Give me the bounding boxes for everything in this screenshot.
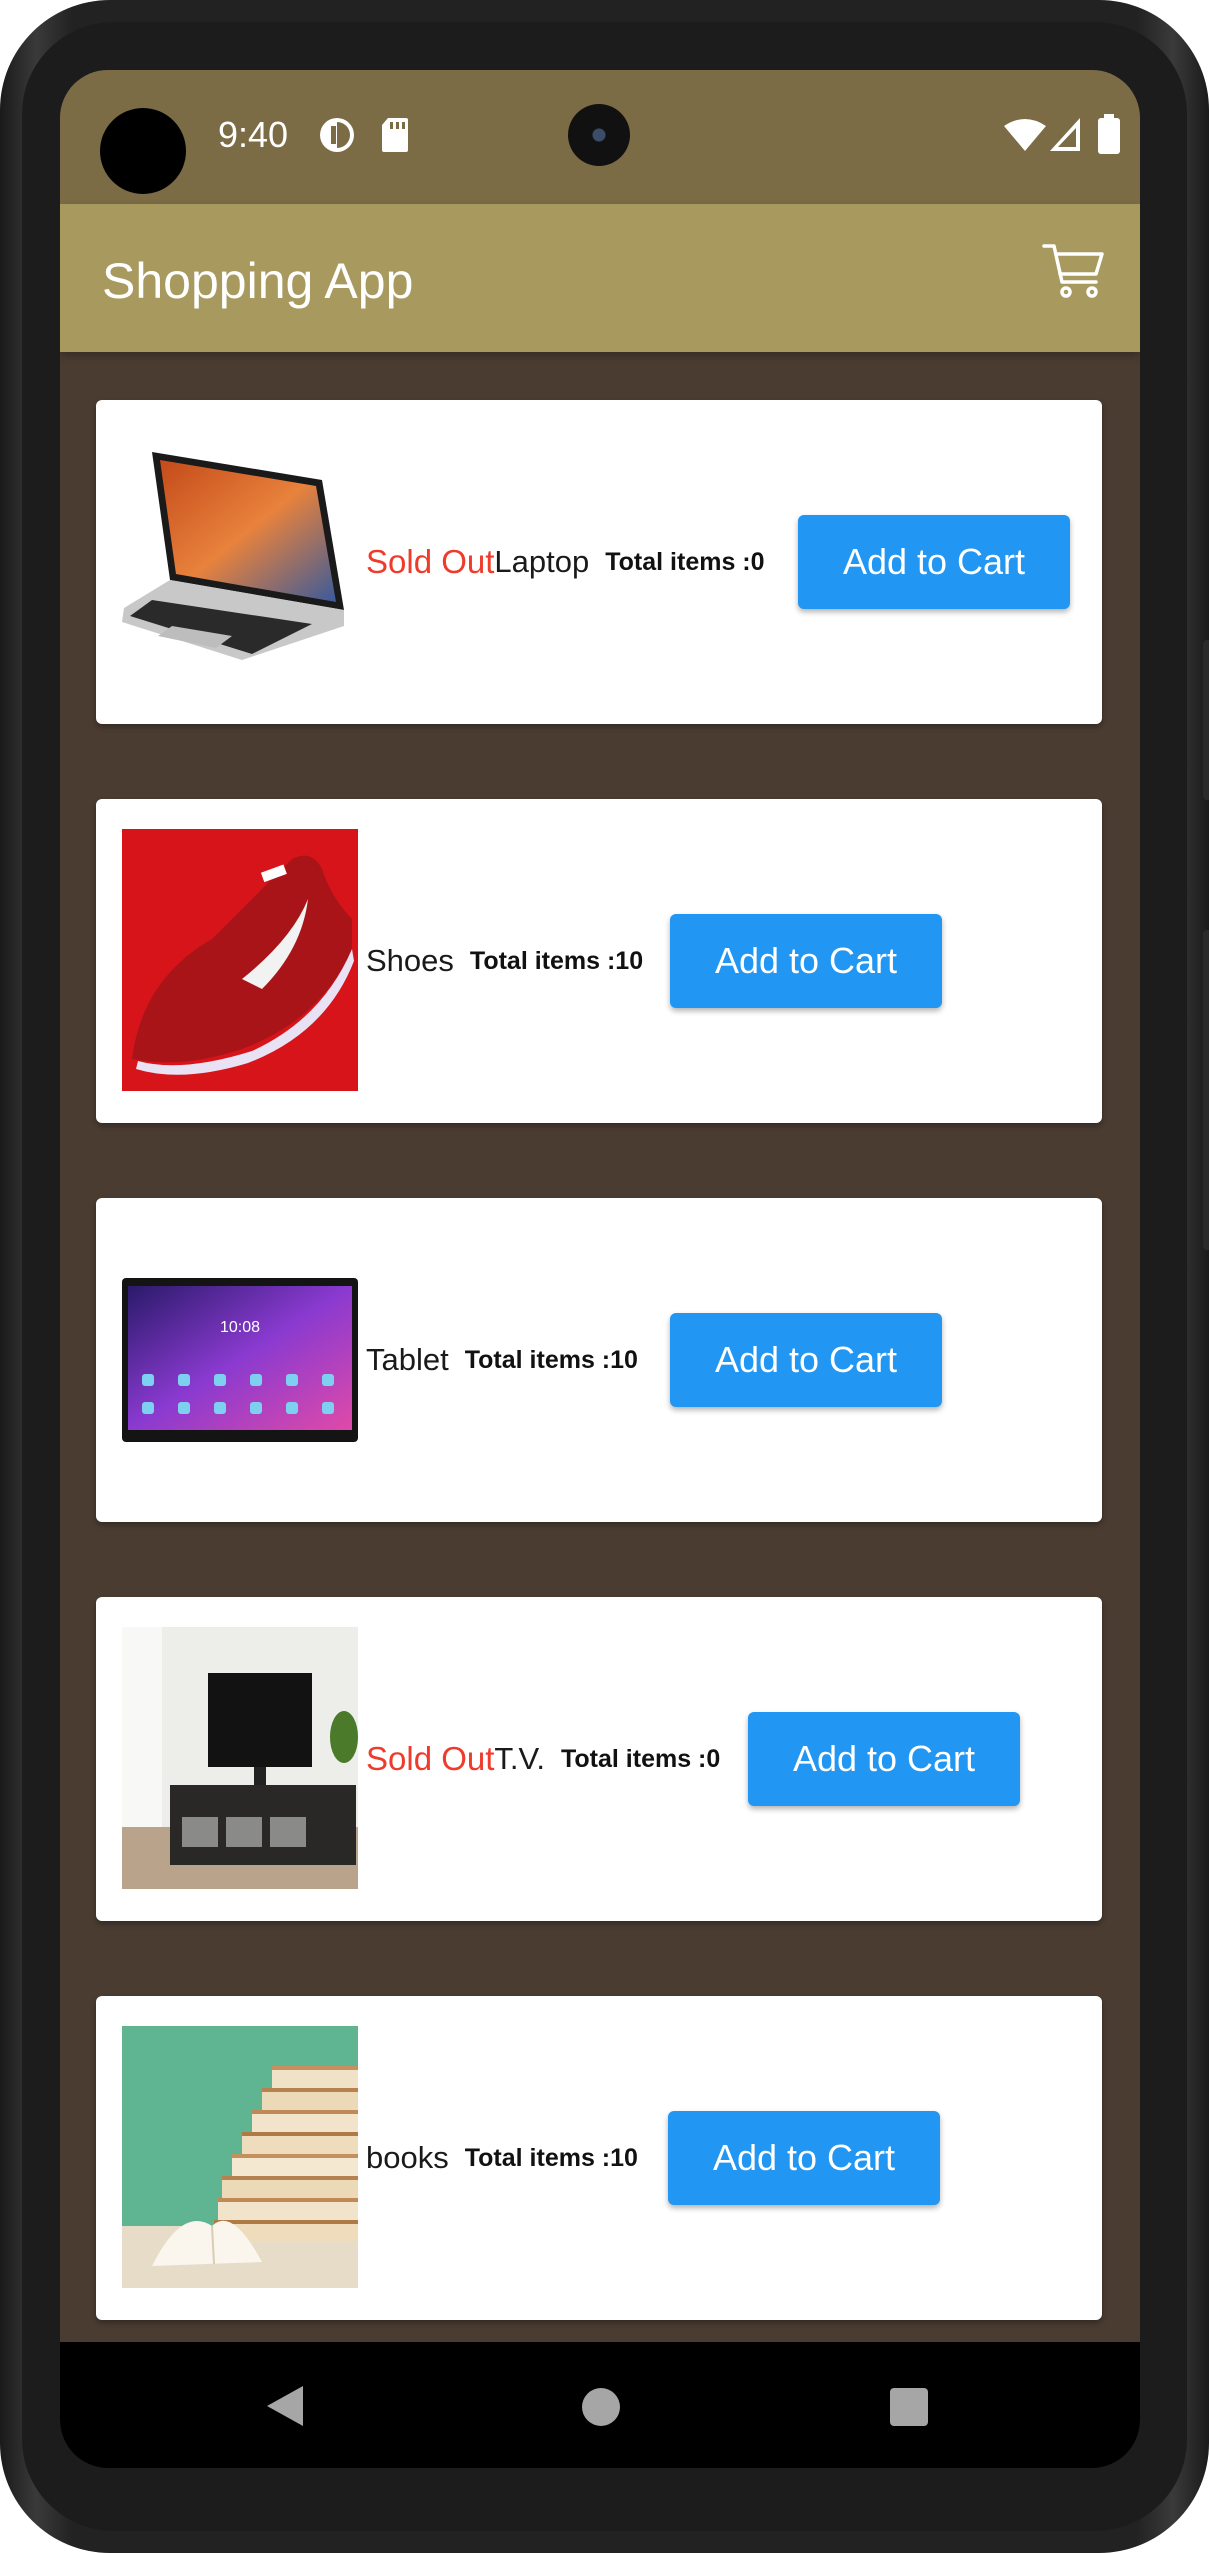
- sold-out-label: Sold Out: [366, 543, 495, 580]
- status-bar: 9:40: [60, 70, 1140, 204]
- signal-icon: [1050, 118, 1082, 157]
- product-name: Laptop: [494, 544, 590, 579]
- tv-info: Sold Out T.V. Total items :0: [366, 1597, 720, 1921]
- add-to-cart-button[interactable]: Add to Cart: [798, 515, 1070, 609]
- laptop-info: Sold Out Laptop Total items :0: [366, 400, 765, 724]
- laptop-image: [122, 440, 358, 680]
- add-to-cart-button[interactable]: Add to Cart: [670, 914, 942, 1008]
- sd-card-icon: [380, 116, 410, 159]
- total-items: Total items :10: [464, 1345, 638, 1374]
- wifi-icon: [1004, 118, 1046, 157]
- total-items: Total items :0: [605, 547, 765, 576]
- add-to-cart-button[interactable]: Add to Cart: [670, 1313, 942, 1407]
- product-name: Tablet: [366, 1342, 449, 1377]
- shopping-cart-icon[interactable]: [1042, 242, 1106, 305]
- system-nav-bar: [60, 2342, 1140, 2468]
- total-items: Total items :10: [464, 2143, 638, 2172]
- total-items: Total items :10: [469, 946, 644, 975]
- recent-apps-icon[interactable]: [890, 2388, 928, 2426]
- books-info: books Total items :10: [366, 1996, 638, 2320]
- back-icon[interactable]: [265, 2384, 305, 2433]
- phone-frame: 9:40 Shopping App Sold Out Laptop Total …: [0, 0, 1209, 2553]
- app-bar: Shopping App: [60, 204, 1140, 352]
- front-camera: [568, 104, 630, 166]
- add-to-cart-button[interactable]: Add to Cart: [748, 1712, 1020, 1806]
- battery-icon: [1098, 114, 1120, 159]
- notification-icon: [318, 116, 356, 159]
- status-time: 9:40: [218, 114, 289, 155]
- shoes-info: Shoes Total items :10: [366, 799, 643, 1123]
- power-button: [1203, 930, 1209, 1250]
- svg-text:10:08: 10:08: [220, 1319, 260, 1336]
- volume-button: [1203, 640, 1209, 800]
- sold-out-label: Sold Out: [366, 1740, 495, 1777]
- total-items: Total items :0: [560, 1744, 721, 1773]
- add-to-cart-button[interactable]: Add to Cart: [668, 2111, 940, 2205]
- product-name: books: [366, 2140, 449, 2175]
- books-image: [122, 2026, 358, 2288]
- tablet-info: Tablet Total items :10: [366, 1198, 638, 1522]
- punch-hole: [100, 108, 186, 194]
- app-title: Shopping App: [102, 253, 414, 309]
- tv-image: [122, 1627, 358, 1889]
- screen: 9:40 Shopping App Sold Out Laptop Total …: [60, 70, 1140, 2468]
- product-card-laptop: Sold Out Laptop Total items :0 Add to Ca…: [96, 400, 1102, 724]
- shoes-image: [122, 829, 358, 1091]
- product-card-tv: Sold Out T.V. Total items :0 Add to Cart: [96, 1597, 1102, 1921]
- tablet-image: 10:08: [122, 1278, 358, 1442]
- product-name: T.V.: [494, 1741, 545, 1776]
- product-card-shoes: Shoes Total items :10 Add to Cart: [96, 799, 1102, 1123]
- product-card-tablet: 10:08 Tablet Total items :10 Add to Cart: [96, 1198, 1102, 1522]
- product-card-books: books Total items :10 Add to Cart: [96, 1996, 1102, 2320]
- home-icon[interactable]: [582, 2388, 620, 2426]
- product-name: Shoes: [366, 943, 454, 978]
